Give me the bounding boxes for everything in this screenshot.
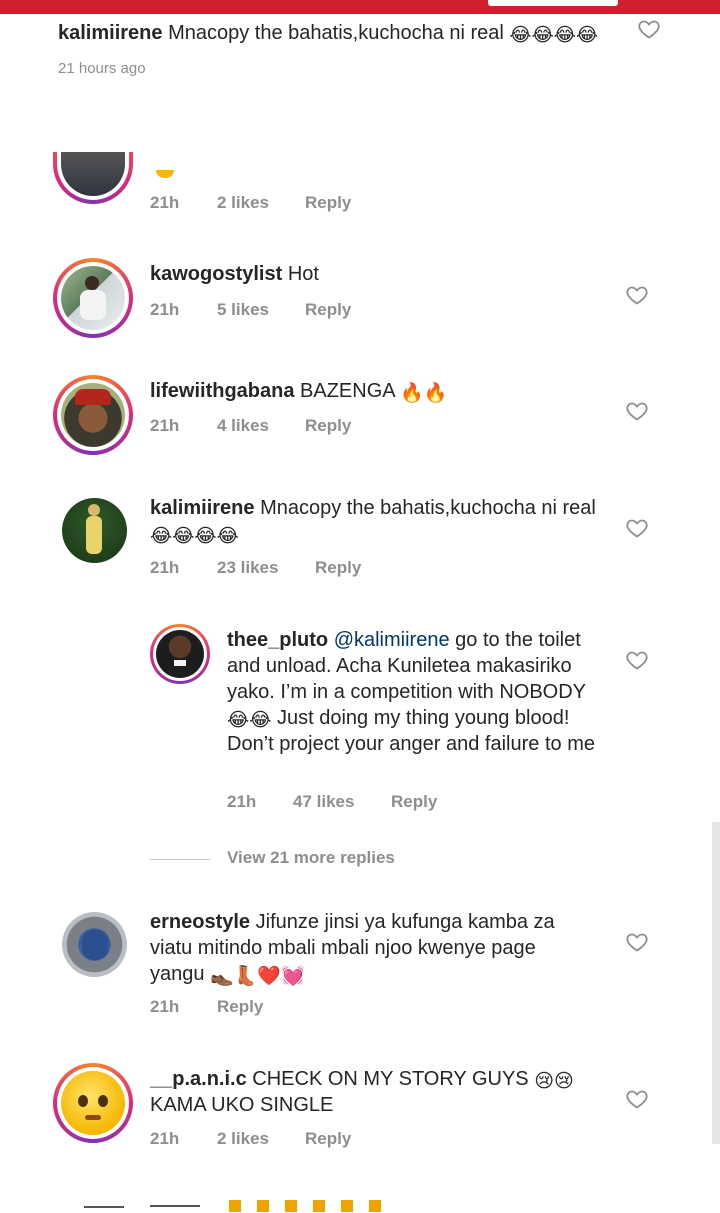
avatar-partial[interactable] xyxy=(53,152,133,204)
view-more-label[interactable]: View 21 more replies xyxy=(227,848,395,868)
comment-username[interactable]: erneostyle xyxy=(150,911,250,933)
comment-body: CHECK ON MY STORY GUYS xyxy=(252,1068,529,1090)
pinned-comment: kalimiirene Mnacopy the bahatis,kuchocha… xyxy=(58,18,628,77)
laughing-emojis: 😂😂😂😂 xyxy=(150,526,239,547)
reply-button[interactable]: Reply xyxy=(217,997,263,1017)
like-heart-icon[interactable] xyxy=(625,930,649,954)
comment-time: 21h xyxy=(150,558,180,577)
comment-username[interactable]: thee_pluto xyxy=(227,629,328,651)
avatar-kawogostylist[interactable] xyxy=(53,258,133,338)
like-heart-icon[interactable] xyxy=(625,399,649,423)
reply-text-thee-pluto: thee_pluto @kalimiirene go to the toilet… xyxy=(227,627,599,757)
next-comment-partial xyxy=(54,1196,384,1213)
reply-button[interactable]: Reply xyxy=(305,416,351,436)
comment-body: Mnacopy the bahatis,kuchocha ni real xyxy=(260,497,596,519)
avatar-lifewiithgabana[interactable] xyxy=(53,375,133,455)
crying-emojis: 😢😢 xyxy=(534,1071,574,1092)
fire-emojis: 🔥🔥 xyxy=(400,383,448,404)
mention-link[interactable]: @kalimiirene xyxy=(334,629,450,651)
scrollbar[interactable] xyxy=(712,822,720,1144)
reply-button[interactable]: Reply xyxy=(305,300,351,320)
comment-time: 21h xyxy=(150,416,180,435)
pinned-comment-body: Mnacopy the bahatis,kuchocha ni real xyxy=(168,22,504,44)
like-heart-icon[interactable] xyxy=(625,283,649,307)
like-heart-icon[interactable] xyxy=(625,1087,649,1111)
pinned-comment-text: kalimiirene Mnacopy the bahatis,kuchocha… xyxy=(58,18,628,48)
pinned-time: 21 hours ago xyxy=(58,60,146,77)
reply-button[interactable]: Reply xyxy=(305,1129,351,1149)
comment-time: 21h xyxy=(150,300,180,319)
comment-text-panic: __p.a.n.i.c CHECK ON MY STORY GUYS 😢😢 KA… xyxy=(150,1066,590,1118)
comment-time: 21h xyxy=(150,193,180,212)
comment-likes[interactable]: 2 likes xyxy=(217,193,269,213)
comment-likes[interactable]: 5 likes xyxy=(217,300,269,320)
comment-username[interactable]: lifewiithgabana xyxy=(150,380,294,402)
avatar-kalimiirene[interactable] xyxy=(62,498,127,563)
like-heart-icon[interactable] xyxy=(625,648,649,672)
comment-text-kalimiirene: kalimiirene Mnacopy the bahatis,kuchocha… xyxy=(150,495,600,547)
comment-likes[interactable]: 2 likes xyxy=(217,1129,269,1149)
comment-body-continued: Just doing my thing young blood! Don’t p… xyxy=(227,707,595,755)
comment-username[interactable]: kalimiirene xyxy=(150,497,255,519)
reply-button[interactable]: Reply xyxy=(391,792,437,812)
comment-time: 21h xyxy=(150,997,180,1016)
comment-body: Hot xyxy=(287,263,319,285)
comment-username[interactable]: __p.a.n.i.c xyxy=(150,1068,247,1090)
laughing-emojis: 😂😂 xyxy=(227,710,272,731)
view-more-divider xyxy=(150,859,210,860)
comment-likes[interactable]: 4 likes xyxy=(217,416,269,436)
like-heart-icon[interactable] xyxy=(625,516,649,540)
comment-text-kawogostylist: kawogostylist Hot xyxy=(150,261,610,287)
shoe-heart-emojis: 👞👢❤️💓 xyxy=(210,966,305,987)
like-heart-icon[interactable] xyxy=(637,17,661,41)
comment-time: 21h xyxy=(227,792,257,811)
pinned-emojis: 😂😂😂😂 xyxy=(509,25,599,46)
comment-likes[interactable]: 47 likes xyxy=(293,792,354,812)
avatar-thee-pluto[interactable] xyxy=(150,624,210,684)
emoji-fragment-icon xyxy=(156,170,174,178)
pinned-username[interactable]: kalimiirene xyxy=(58,22,163,44)
comment-time: 21h xyxy=(150,1129,180,1148)
top-bar-tab xyxy=(488,0,618,6)
top-status-bar xyxy=(0,0,720,14)
comment-text-erneostyle: erneostyle Jifunze jinsi ya kufunga kamb… xyxy=(150,909,590,987)
avatar-erneostyle[interactable] xyxy=(62,912,127,977)
comment-username[interactable]: kawogostylist xyxy=(150,263,282,285)
reply-button[interactable]: Reply xyxy=(305,193,351,213)
avatar-panic[interactable] xyxy=(53,1063,133,1143)
comment-likes[interactable]: 23 likes xyxy=(217,558,278,578)
comment-text-lifewiithgabana: lifewiithgabana BAZENGA 🔥🔥 xyxy=(150,378,610,404)
comment-body: BAZENGA xyxy=(300,380,395,402)
comment-body-continued: KAMA UKO SINGLE xyxy=(150,1094,334,1116)
reply-button[interactable]: Reply xyxy=(315,558,361,578)
